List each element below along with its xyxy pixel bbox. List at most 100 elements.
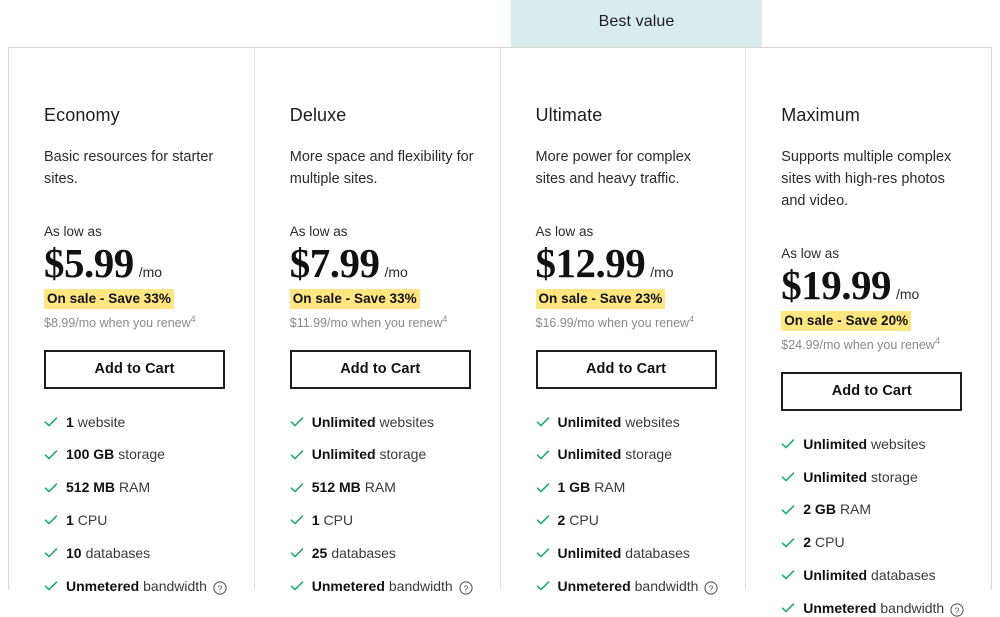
- check-icon: [781, 601, 795, 615]
- renewal-footnote-marker: 4: [190, 314, 196, 325]
- feature-item: 1 GB RAM: [536, 479, 726, 496]
- feature-value: 1: [311, 512, 320, 529]
- check-icon: [44, 546, 58, 560]
- price-block: As low as $12.99/mo On sale - Save 23% $16.…: [535, 223, 726, 332]
- renewal-footnote-marker: 4: [934, 336, 940, 347]
- add-to-cart-button[interactable]: Add to Cart: [289, 349, 471, 389]
- feature-value: Unlimited: [557, 544, 622, 561]
- add-to-cart-button[interactable]: Add to Cart: [781, 371, 963, 411]
- sale-badge: On sale - Save 20%: [781, 310, 912, 332]
- feature-label: databases: [871, 566, 936, 583]
- check-icon: [44, 415, 58, 429]
- sale-badge: On sale - Save 23%: [535, 288, 666, 310]
- feature-item: Unmetered bandwidth?: [44, 578, 234, 595]
- feature-item: Unlimited storage: [536, 446, 726, 463]
- feature-item: 1 CPU: [44, 512, 234, 529]
- feature-item: Unlimited storage: [290, 446, 480, 463]
- check-icon: [536, 546, 550, 560]
- check-icon: [536, 513, 550, 527]
- feature-item: Unlimited storage: [781, 469, 971, 486]
- feature-value: Unlimited: [803, 468, 868, 485]
- price-amount: $12.99: [535, 239, 646, 286]
- feature-value: 100 GB: [66, 446, 115, 463]
- feature-label: bandwidth: [143, 577, 207, 594]
- feature-item: Unmetered bandwidth?: [536, 578, 726, 595]
- feature-label: bandwidth: [388, 577, 453, 594]
- check-icon: [44, 481, 58, 495]
- as-low-as-label: As low as: [44, 223, 102, 239]
- check-icon: [290, 448, 304, 462]
- feature-list: Unlimited websites Unlimited storage 1 GB RAM…: [536, 414, 726, 595]
- best-value-banner: Best value: [511, 0, 762, 47]
- plan-name: Ultimate: [535, 105, 603, 125]
- feature-label: storage: [118, 446, 165, 463]
- price-amount: $5.99: [44, 239, 134, 286]
- feature-label: databases: [331, 544, 396, 561]
- feature-label: CPU: [323, 512, 354, 529]
- pricing-card-ultimate: Ultimate More power for complex sites and…: [501, 48, 747, 595]
- plan-description: More space and flexibility for multiple …: [289, 148, 474, 187]
- feature-item: Unmetered bandwidth?: [781, 600, 971, 617]
- check-icon: [44, 579, 58, 593]
- as-low-as-label: As low as: [535, 223, 594, 239]
- add-to-cart-button[interactable]: Add to Cart: [44, 349, 225, 389]
- feature-label: storage: [871, 468, 918, 485]
- check-icon: [290, 513, 304, 527]
- feature-label: RAM: [364, 479, 396, 496]
- svg-text:?: ?: [955, 605, 960, 615]
- feature-value: 2 GB: [803, 501, 836, 518]
- plan-description: Basic resources for starter sites.: [44, 148, 214, 187]
- pricing-card-economy: Economy Basic resources for starter sites…: [9, 48, 255, 595]
- feature-item: 512 MB RAM: [44, 479, 234, 496]
- price-row: $7.99/mo: [290, 241, 480, 285]
- add-to-cart-button[interactable]: Add to Cart: [535, 349, 717, 389]
- feature-value: Unmetered: [66, 577, 140, 594]
- price-block: As low as $7.99/mo On sale - Save 33% $11.9…: [289, 223, 480, 332]
- plan-name: Economy: [44, 105, 120, 125]
- feature-item: Unmetered bandwidth?: [290, 578, 480, 595]
- check-icon: [290, 546, 304, 560]
- feature-item: 512 MB RAM: [290, 479, 480, 496]
- price-period: /mo: [650, 263, 674, 280]
- plan-description: Supports multiple complex sites with hig…: [781, 148, 952, 209]
- feature-value: 1 GB: [557, 479, 591, 496]
- feature-value: Unlimited: [803, 435, 868, 452]
- svg-text:?: ?: [218, 583, 223, 593]
- check-icon: [290, 481, 304, 495]
- feature-value: 2: [803, 534, 812, 551]
- feature-item: 10 databases: [44, 545, 234, 562]
- feature-value: Unmetered: [557, 577, 631, 594]
- feature-item: 2 GB RAM: [781, 501, 971, 518]
- renewal-note: $24.99/mo when you renew4: [781, 337, 971, 353]
- feature-label: databases: [85, 544, 151, 561]
- sale-badge: On sale - Save 33%: [44, 288, 174, 310]
- feature-list: 1 website 100 GB storage 512 MB RAM 1 CPU 10 data…: [44, 414, 234, 595]
- feature-label: RAM: [839, 501, 872, 518]
- check-icon: [536, 448, 550, 462]
- feature-label: RAM: [594, 479, 626, 496]
- check-icon: [290, 579, 304, 593]
- plan-name: Maximum: [781, 105, 860, 125]
- check-icon: [781, 437, 795, 451]
- price-amount: $19.99: [781, 261, 891, 308]
- renewal-price-text: $16.99/mo when you renew: [535, 316, 690, 331]
- question-circle-icon[interactable]: ?: [704, 581, 719, 595]
- question-circle-icon[interactable]: ?: [950, 603, 964, 617]
- feature-item: Unlimited databases: [781, 567, 971, 584]
- renewal-footnote-marker: 4: [442, 314, 448, 325]
- feature-label: bandwidth: [880, 599, 945, 616]
- question-circle-icon[interactable]: ?: [459, 581, 473, 595]
- check-icon: [536, 481, 550, 495]
- price-period: /mo: [384, 263, 408, 280]
- feature-item: 25 databases: [290, 545, 480, 562]
- price-block: As low as $5.99/mo On sale - Save 33% $8.99…: [44, 224, 234, 332]
- feature-item: Unlimited websites: [781, 436, 971, 453]
- feature-label: databases: [625, 544, 690, 561]
- feature-value: 512 MB: [66, 479, 116, 496]
- feature-label: websites: [871, 435, 926, 452]
- check-icon: [781, 503, 795, 517]
- question-circle-icon[interactable]: ?: [213, 581, 227, 595]
- as-low-as-label: As low as: [289, 223, 348, 239]
- check-icon: [44, 448, 58, 462]
- svg-text:?: ?: [709, 583, 714, 593]
